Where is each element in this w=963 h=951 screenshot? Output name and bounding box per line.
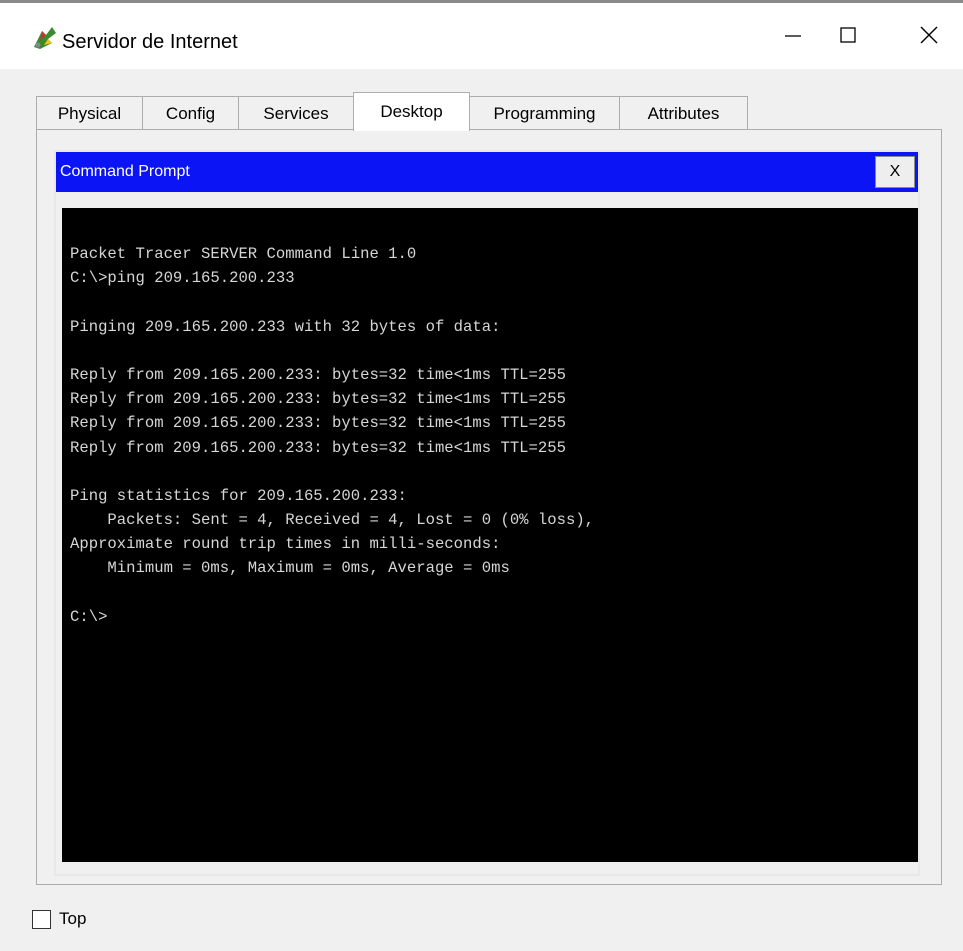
- title-bar[interactable]: Servidor de Internet: [0, 3, 963, 69]
- top-checkbox[interactable]: [32, 909, 51, 929]
- command-prompt-title: Command Prompt: [60, 163, 190, 180]
- tab-programming[interactable]: Programming: [469, 96, 620, 130]
- close-icon: [918, 24, 940, 51]
- terminal-line: Packet Tracer SERVER Command Line 1.0: [70, 245, 417, 263]
- application-window: Servidor de Internet Physical Config Ser…: [0, 0, 963, 951]
- terminal-line: Ping statistics for 209.165.200.233:: [70, 486, 407, 505]
- terminal-line: C:\>ping 209.165.200.233: [70, 269, 295, 288]
- terminal-output[interactable]: Packet Tracer SERVER Command Line 1.0 C:\…: [62, 208, 918, 862]
- command-prompt-close-button[interactable]: X: [875, 156, 915, 188]
- close-window-button[interactable]: [902, 11, 956, 63]
- terminal-line: Pinging 209.165.200.233 with 32 bytes of…: [70, 317, 501, 336]
- terminal-line: Reply from 209.165.200.233: bytes=32 tim…: [70, 438, 566, 457]
- top-checkbox-label: Top: [59, 909, 87, 928]
- terminal-line: Packets: Sent = 4, Received = 4, Lost = …: [70, 511, 595, 530]
- desktop-tab-panel: Command Prompt X Packet Tracer SERVER Co…: [36, 129, 942, 885]
- terminal-line: Approximate round trip times in milli-se…: [70, 535, 501, 554]
- minimize-icon: [783, 25, 803, 50]
- command-prompt-window: Command Prompt X Packet Tracer SERVER Co…: [54, 150, 920, 876]
- packet-tracer-server-icon: [32, 25, 58, 51]
- tab-attributes[interactable]: Attributes: [619, 96, 748, 130]
- command-prompt-header: Command Prompt X: [56, 152, 918, 192]
- maximize-button[interactable]: [821, 11, 875, 63]
- terminal-line: Minimum = 0ms, Maximum = 0ms, Average = …: [70, 559, 510, 578]
- terminal-line: Reply from 209.165.200.233: bytes=32 tim…: [70, 414, 566, 433]
- terminal-line: Reply from 209.165.200.233: bytes=32 tim…: [70, 390, 566, 409]
- minimize-button[interactable]: [766, 11, 820, 63]
- terminal-line: C:\>: [70, 607, 108, 626]
- tab-services[interactable]: Services: [238, 96, 354, 130]
- terminal-line: Reply from 209.165.200.233: bytes=32 tim…: [70, 365, 566, 384]
- maximize-icon: [838, 25, 858, 50]
- tab-physical[interactable]: Physical: [36, 96, 143, 130]
- tab-config[interactable]: Config: [142, 96, 239, 130]
- top-checkbox-row[interactable]: Top: [32, 909, 86, 929]
- tab-desktop[interactable]: Desktop: [353, 92, 470, 131]
- window-title: Servidor de Internet: [62, 31, 238, 53]
